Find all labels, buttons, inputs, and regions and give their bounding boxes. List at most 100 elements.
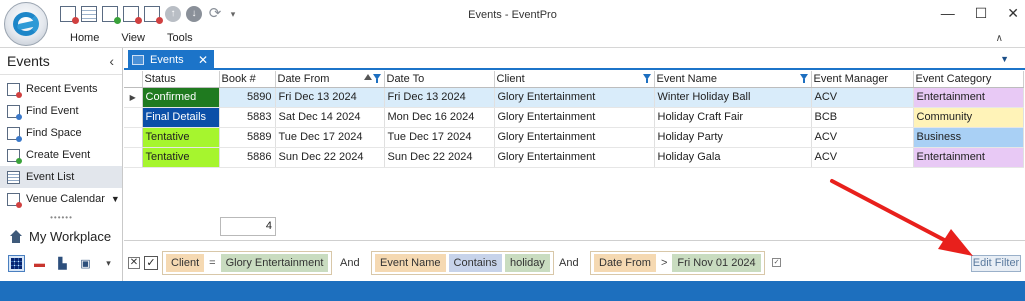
cell-event-name[interactable]: Holiday Party <box>654 127 812 148</box>
column-label: Book # <box>221 72 256 85</box>
tab-events[interactable]: Events ✕ <box>128 50 214 70</box>
table-row[interactable]: Tentative 5889 Tue Dec 17 2024 Tue Dec 17 2… <box>124 127 1024 148</box>
filter-value[interactable]: holiday <box>504 254 550 272</box>
column-header-status[interactable]: Status <box>142 71 220 88</box>
filter-operator[interactable]: Contains <box>448 254 502 272</box>
cell-status[interactable]: Tentative <box>142 127 220 148</box>
tab-list-dropdown-icon[interactable]: ▼ <box>1000 54 1009 64</box>
cell-date-to[interactable]: Fri Dec 13 2024 <box>384 87 495 108</box>
edit-filter-button[interactable]: Edit Filter <box>971 255 1021 272</box>
filter-icon[interactable] <box>642 74 651 83</box>
cell-event-category[interactable]: Community <box>913 107 1024 128</box>
column-header-event-manager[interactable]: Event Manager <box>811 71 914 88</box>
sort-ascending-icon <box>363 74 372 80</box>
cell-event-category[interactable]: Entertainment <box>913 87 1024 108</box>
cell-event-manager[interactable]: ACV <box>811 87 914 108</box>
filter-field[interactable]: Event Name <box>375 254 446 272</box>
cell-event-name[interactable]: Winter Holiday Ball <box>654 87 812 108</box>
cell-book-number[interactable]: 5883 <box>219 107 276 128</box>
nav-item-recent-events[interactable]: Recent Events <box>0 78 122 100</box>
filter-icon[interactable] <box>799 74 808 83</box>
column-header-date-to[interactable]: Date To <box>384 71 495 88</box>
maximize-icon[interactable]: ☐ <box>975 5 988 22</box>
filter-condition-event-name[interactable]: Event Name Contains holiday <box>371 251 554 275</box>
column-header-event-category[interactable]: Event Category <box>913 71 1024 88</box>
filter-value[interactable]: Glory Entertainment <box>220 254 329 272</box>
workplace-label: My Workplace <box>29 228 112 244</box>
cell-event-manager[interactable]: BCB <box>811 107 914 128</box>
table-row[interactable]: Tentative 5886 Sun Dec 22 2024 Sun Dec 22 2… <box>124 147 1024 168</box>
close-icon[interactable]: ✕ <box>1007 5 1019 22</box>
bed-icon[interactable]: ▬ <box>31 255 48 272</box>
column-label: Client <box>496 72 525 85</box>
events-tab-icon <box>132 55 144 65</box>
tab-view[interactable]: View <box>121 32 145 44</box>
nav-item-find-event[interactable]: Find Event <box>0 100 122 122</box>
more-icon[interactable]: ▾ <box>100 255 117 272</box>
column-label: Date To <box>386 72 425 85</box>
cell-book-number[interactable]: 5886 <box>219 147 276 168</box>
cell-date-from[interactable]: Sun Dec 22 2024 <box>275 147 385 168</box>
cell-client[interactable]: Glory Entertainment <box>494 147 655 168</box>
tab-home[interactable]: Home <box>70 32 99 44</box>
table-row[interactable]: ▶ Confirmed 5890 Fri Dec 13 2024 Fri Dec 13 … <box>124 87 1024 108</box>
column-header-date-from[interactable]: Date From <box>275 71 385 88</box>
tab-tools[interactable]: Tools <box>167 32 193 44</box>
splitter-grip[interactable]: •••••• <box>0 213 123 222</box>
nav-item-label: Create Event <box>26 149 91 161</box>
grid-view-icon[interactable] <box>8 255 25 272</box>
cell-event-manager[interactable]: ACV <box>811 127 914 148</box>
nav-item-create-event[interactable]: Create Event <box>0 144 122 166</box>
cell-client[interactable]: Glory Entertainment <box>494 127 655 148</box>
current-row-indicator-icon: ▶ <box>124 87 143 108</box>
filter-value[interactable]: Fri Nov 01 2024 <box>672 254 761 272</box>
collapse-nav-icon[interactable]: ‹ <box>109 53 114 69</box>
row-indicator <box>124 127 143 148</box>
cell-event-manager[interactable]: ACV <box>811 147 914 168</box>
close-tab-icon[interactable]: ✕ <box>198 53 208 67</box>
minimize-icon[interactable]: — <box>941 5 955 22</box>
cell-book-number[interactable]: 5889 <box>219 127 276 148</box>
cell-event-category[interactable]: Business <box>913 127 1024 148</box>
contact-card-icon[interactable]: ▣ <box>77 255 94 272</box>
cell-event-name[interactable]: Holiday Gala <box>654 147 812 168</box>
filter-options-checkbox[interactable]: ✓ <box>772 258 781 267</box>
cell-date-to[interactable]: Tue Dec 17 2024 <box>384 127 495 148</box>
enable-filter-checkbox[interactable]: ✓ <box>144 256 158 270</box>
filter-icon[interactable] <box>372 74 381 83</box>
cell-status[interactable]: Final Details <box>142 107 220 128</box>
filter-condition-date-from[interactable]: Date From > Fri Nov 01 2024 <box>590 251 765 275</box>
cell-status[interactable]: Tentative <box>142 147 220 168</box>
column-label: Event Name <box>656 72 718 85</box>
cell-event-category[interactable]: Entertainment <box>913 147 1024 168</box>
clear-filter-button[interactable]: ✕ <box>128 257 140 269</box>
nav-item-event-list[interactable]: Event List <box>0 166 122 188</box>
cell-date-from[interactable]: Fri Dec 13 2024 <box>275 87 385 108</box>
cell-client[interactable]: Glory Entertainment <box>494 87 655 108</box>
column-header-client[interactable]: Client <box>494 71 655 88</box>
cell-event-name[interactable]: Holiday Craft Fair <box>654 107 812 128</box>
cell-date-to[interactable]: Mon Dec 16 2024 <box>384 107 495 128</box>
cell-date-from[interactable]: Sat Dec 14 2024 <box>275 107 385 128</box>
factory-icon[interactable]: ▙ <box>54 255 71 272</box>
filter-operator[interactable]: = <box>207 257 217 269</box>
nav-item-find-space[interactable]: Find Space <box>0 122 122 144</box>
filter-condition-client[interactable]: Client = Glory Entertainment <box>162 251 333 275</box>
tab-events-label: Events <box>150 54 184 66</box>
my-workplace-header[interactable]: My Workplace <box>0 224 123 248</box>
nav-item-label: Find Space <box>26 127 82 139</box>
filter-field[interactable]: Date From <box>594 254 656 272</box>
filter-operator[interactable]: > <box>659 257 669 269</box>
cell-date-from[interactable]: Tue Dec 17 2024 <box>275 127 385 148</box>
ribbon-collapse-icon[interactable]: ∧ <box>996 33 1003 44</box>
cell-book-number[interactable]: 5890 <box>219 87 276 108</box>
column-header-event-name[interactable]: Event Name <box>654 71 812 88</box>
cell-status[interactable]: Confirmed <box>142 87 220 108</box>
cell-date-to[interactable]: Sun Dec 22 2024 <box>384 147 495 168</box>
nav-item-venue-calendar[interactable]: Venue Calendar ▼ <box>0 188 122 210</box>
column-header-book[interactable]: Book # <box>219 71 276 88</box>
table-row[interactable]: Final Details 5883 Sat Dec 14 2024 Mon Dec … <box>124 107 1024 128</box>
cell-client[interactable]: Glory Entertainment <box>494 107 655 128</box>
row-indicator-header <box>124 71 143 88</box>
filter-field[interactable]: Client <box>166 254 205 272</box>
